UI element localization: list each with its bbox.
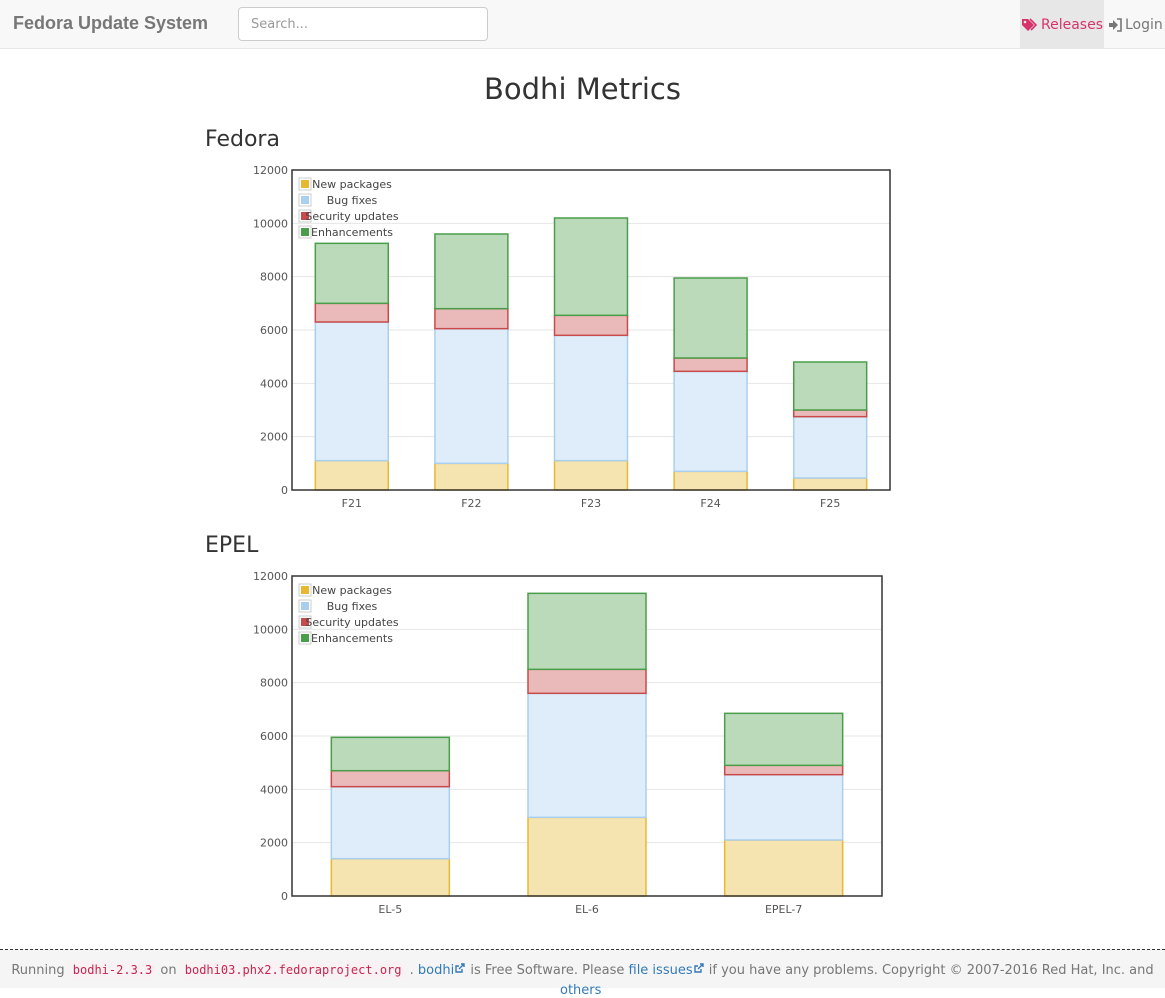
x-tick-label: F22 xyxy=(461,497,481,510)
bar-segment xyxy=(330,736,451,772)
legend-label: Enhancements xyxy=(311,632,393,645)
legend-swatch xyxy=(301,634,309,642)
y-tick-label: 12000 xyxy=(253,164,288,177)
y-tick-label: 6000 xyxy=(260,730,288,743)
footer-copyright: if you have any problems. Copyright © 20… xyxy=(708,963,1154,978)
footer-on-label: on xyxy=(160,963,177,978)
bar-segment xyxy=(330,785,451,860)
y-tick-label: 2000 xyxy=(260,431,288,444)
legend-label: Enhancements xyxy=(311,226,393,239)
x-tick-label: F25 xyxy=(820,497,840,510)
bar-segment xyxy=(527,668,647,695)
bar-segment xyxy=(792,409,868,418)
legend-swatch xyxy=(301,180,309,188)
bar-segment xyxy=(434,307,509,330)
bar-segment xyxy=(723,773,844,841)
legend-label: New packages xyxy=(312,584,392,597)
legend-label: Security updates xyxy=(305,210,398,223)
bar-segment xyxy=(723,839,844,897)
legend-label: Bug fixes xyxy=(327,194,378,207)
bar-segment xyxy=(553,314,629,337)
bar-segment xyxy=(723,712,844,767)
others-link[interactable]: others xyxy=(560,983,601,998)
footer-text: Running bodhi-2.3.3 on bodhi03.phx2.fedo… xyxy=(11,961,1154,979)
chart-1: 0 2000 4000 6000 8000 10000 12000 EL-5 EL-6 EPEL-… xyxy=(253,570,883,916)
bar-segment xyxy=(792,477,868,491)
legend-swatch xyxy=(301,586,309,594)
external-link-icon xyxy=(693,963,704,973)
file-issues-link[interactable]: file issues xyxy=(629,963,705,978)
bar-segment xyxy=(553,217,629,317)
legend-swatch xyxy=(301,196,309,204)
bar-segment xyxy=(553,459,629,491)
legend-label: New packages xyxy=(312,178,392,191)
x-tick-label: EPEL-7 xyxy=(765,903,802,916)
x-tick-label: F23 xyxy=(581,497,601,510)
legend-label: Security updates xyxy=(305,616,398,629)
y-tick-label: 6000 xyxy=(260,324,288,337)
y-tick-label: 0 xyxy=(281,890,288,903)
bar-segment xyxy=(673,470,748,491)
bar-segment xyxy=(434,327,509,465)
footer-host: bodhi03.phx2.fedoraproject.org xyxy=(180,961,406,979)
y-tick-label: 12000 xyxy=(253,570,288,583)
chart-0: 0 2000 4000 6000 8000 10000 12000 F21 F22 F23 F24 F… xyxy=(253,164,891,510)
y-tick-label: 0 xyxy=(281,484,288,497)
fedora-chart: 0 2000 4000 6000 8000 10000 12000 F21 F22 F23 F24 F… xyxy=(253,164,891,916)
bar-segment xyxy=(527,816,647,897)
legend-label: Bug fixes xyxy=(327,600,378,613)
y-tick-label: 4000 xyxy=(260,377,288,390)
bar-segment xyxy=(792,415,868,479)
y-tick-label: 2000 xyxy=(260,837,288,850)
bar-segment xyxy=(330,857,451,897)
legend-swatch xyxy=(301,602,309,610)
legend-swatch xyxy=(301,228,309,236)
bar-segment xyxy=(314,321,390,462)
bar-segment xyxy=(673,277,748,359)
bar-segment xyxy=(314,459,390,491)
bar-segment xyxy=(673,357,748,373)
bar-segment xyxy=(723,764,844,776)
x-tick-label: EL-6 xyxy=(575,903,599,916)
bar-segment xyxy=(792,361,868,411)
x-tick-label: F24 xyxy=(700,497,720,510)
y-tick-label: 4000 xyxy=(260,783,288,796)
bar-segment xyxy=(553,334,629,462)
bodhi-link[interactable]: bodhi xyxy=(418,963,466,978)
external-link-icon xyxy=(455,963,465,973)
y-tick-label: 10000 xyxy=(253,623,288,636)
bar-segment xyxy=(434,462,509,491)
footer-version: bodhi-2.3.3 xyxy=(68,961,157,979)
footer-running-label: Running xyxy=(11,963,65,978)
bar-segment xyxy=(527,592,647,671)
footer-free-text: is Free Software. Please xyxy=(470,963,625,978)
x-tick-label: EL-5 xyxy=(378,903,402,916)
bar-segment xyxy=(673,370,748,473)
bar-segment xyxy=(434,233,509,310)
x-tick-label: F21 xyxy=(342,497,362,510)
y-tick-label: 8000 xyxy=(260,677,288,690)
bar-segment xyxy=(314,242,390,305)
bar-segment xyxy=(527,692,647,819)
bar-segment xyxy=(330,769,451,788)
y-tick-label: 8000 xyxy=(260,271,288,284)
footer: Running bodhi-2.3.3 on bodhi03.phx2.fedo… xyxy=(0,949,1165,998)
bar-segment xyxy=(314,302,390,323)
y-tick-label: 10000 xyxy=(253,217,288,230)
